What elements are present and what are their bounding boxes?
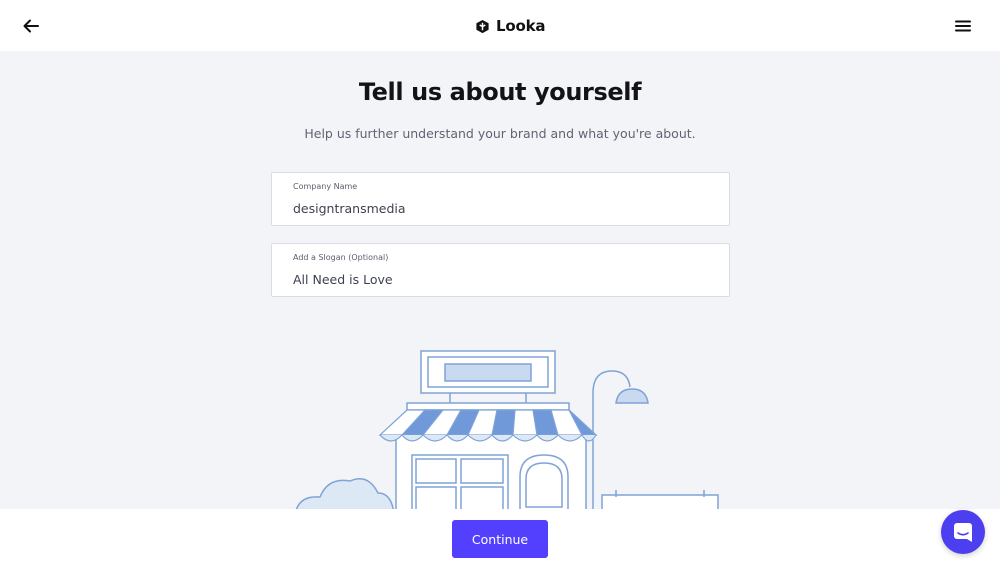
back-button[interactable] [18, 13, 44, 39]
company-name-input[interactable] [293, 199, 708, 217]
arrow-left-icon [23, 19, 39, 33]
looka-logo-icon [476, 19, 489, 33]
hamburger-menu-icon [955, 20, 971, 32]
brand-logo[interactable]: Looka [475, 15, 545, 37]
brand-name: Looka [496, 17, 546, 35]
chat-launcher-button[interactable] [941, 510, 985, 554]
slogan-field[interactable]: Add a Slogan (Optional) [271, 243, 730, 297]
top-bar: Looka [0, 0, 1000, 51]
slogan-input[interactable] [293, 270, 708, 288]
continue-button[interactable]: Continue [452, 520, 548, 558]
company-name-label: Company Name [293, 182, 358, 191]
bottom-bar: Continue [0, 509, 1000, 569]
page-title: Tell us about yourself [358, 78, 642, 106]
main-content: Tell us about yourself Help us further u… [0, 51, 1000, 509]
company-name-field[interactable]: Company Name [271, 172, 730, 226]
slogan-label: Add a Slogan (Optional) [293, 253, 389, 262]
chat-icon [954, 523, 972, 542]
storefront-illustration [295, 350, 719, 509]
menu-button[interactable] [951, 14, 975, 38]
page-subtitle: Help us further understand your brand an… [304, 126, 696, 141]
